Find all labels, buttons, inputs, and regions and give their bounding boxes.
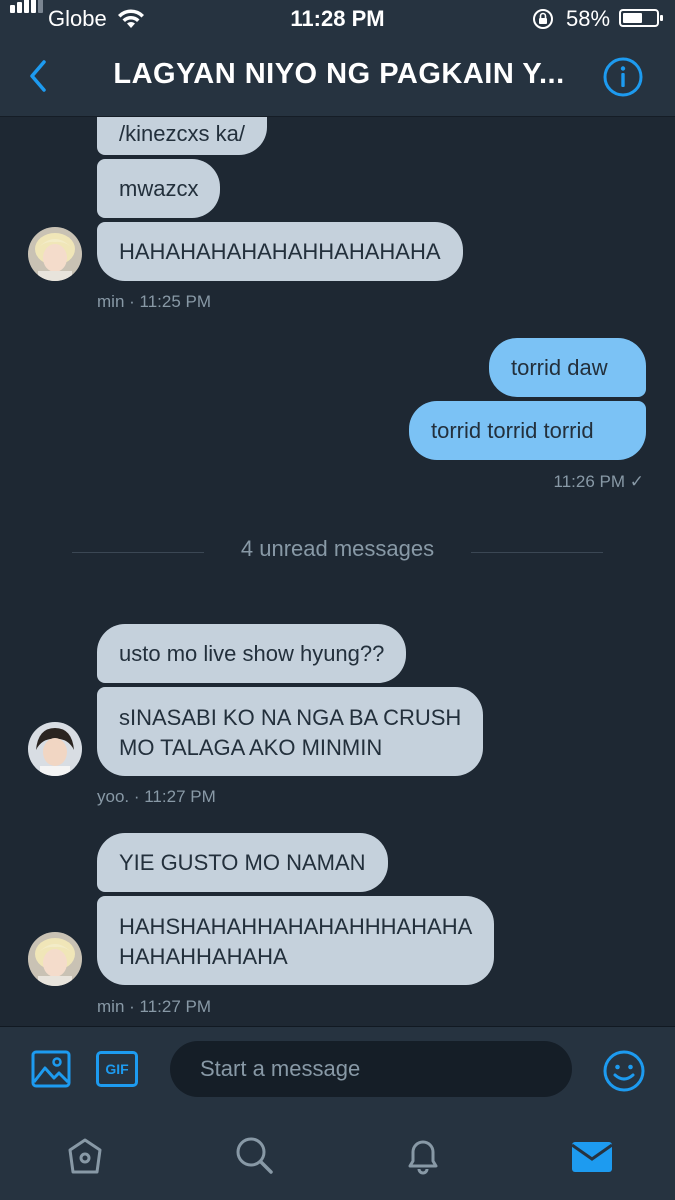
avatar[interactable] xyxy=(28,722,82,776)
dm-screen: Globe 11:28 PM 58% LAGYAN NIYO NG PAGKAI… xyxy=(0,0,675,1200)
rotation-lock-icon xyxy=(533,9,553,29)
unread-divider: 4 unread messages xyxy=(240,536,435,561)
message-line: HAHSHAHAHHAHAHAHHHAHAHA xyxy=(119,914,473,939)
avatar[interactable] xyxy=(28,227,82,281)
battery-level-fill xyxy=(623,13,642,23)
conversation-header: LAGYAN NIYO NG PAGKAIN Y... xyxy=(0,38,675,117)
message-meta: yoo. · 11:27 PM xyxy=(97,787,216,806)
message-bubble[interactable]: usto mo live show hyung?? xyxy=(97,624,407,683)
chevron-left-icon[interactable] xyxy=(20,56,60,96)
status-bar: Globe 11:28 PM 58% xyxy=(0,0,675,38)
battery-icon xyxy=(619,9,663,27)
home-icon[interactable] xyxy=(64,1134,106,1176)
message-composer: GIF Start a message xyxy=(0,1026,675,1115)
bell-icon[interactable] xyxy=(402,1134,444,1176)
conversation-title[interactable]: LAGYAN NIYO NG PAGKAIN Y... xyxy=(96,58,582,91)
tab-bar xyxy=(0,1114,675,1200)
message-bubble[interactable]: HAHSHAHAHHAHAHAHHHAHAHA HAHAHHAHAHA xyxy=(97,896,495,985)
message-bubble[interactable]: mwazcx xyxy=(97,159,221,218)
mail-icon[interactable] xyxy=(571,1138,613,1174)
emoji-icon[interactable] xyxy=(602,1049,646,1093)
message-line: MO TALAGA AKO MINMIN xyxy=(119,735,383,760)
avatar[interactable] xyxy=(28,932,82,986)
message-bubble[interactable]: HAHAHAHAHAHAHHAHAHAHA xyxy=(97,222,463,281)
message-bubble[interactable]: YIE GUSTO MO NAMAN xyxy=(97,833,388,892)
message-bubble[interactable]: /kinezcxs ka/ xyxy=(97,117,267,155)
divider-line xyxy=(471,552,603,553)
battery-percent: 58% xyxy=(566,6,611,31)
image-icon[interactable] xyxy=(30,1049,72,1089)
message-list[interactable]: /kinezcxs ka/ mwazcx HAHAHAHAHAHAHHAHAHA… xyxy=(0,117,675,1026)
search-icon[interactable] xyxy=(233,1134,275,1176)
message-input[interactable]: Start a message xyxy=(170,1041,572,1097)
message-bubble[interactable]: torrid daw xyxy=(489,338,646,397)
divider-line xyxy=(72,552,204,553)
gif-button[interactable]: GIF xyxy=(96,1051,138,1087)
message-bubble[interactable]: torrid torrid torrid xyxy=(409,401,646,460)
message-line: HAHAHHAHAHA xyxy=(119,944,288,969)
message-meta: 11:26 PM ✓ xyxy=(553,472,644,491)
message-bubble[interactable]: sINASABI KO NA NGA BA CRUSH MO TALAGA AK… xyxy=(97,687,484,776)
message-meta: min · 11:27 PM xyxy=(97,997,212,1016)
message-meta: min · 11:25 PM xyxy=(97,292,212,311)
info-icon[interactable] xyxy=(602,56,644,98)
message-line: sINASABI KO NA NGA BA CRUSH xyxy=(119,705,462,730)
